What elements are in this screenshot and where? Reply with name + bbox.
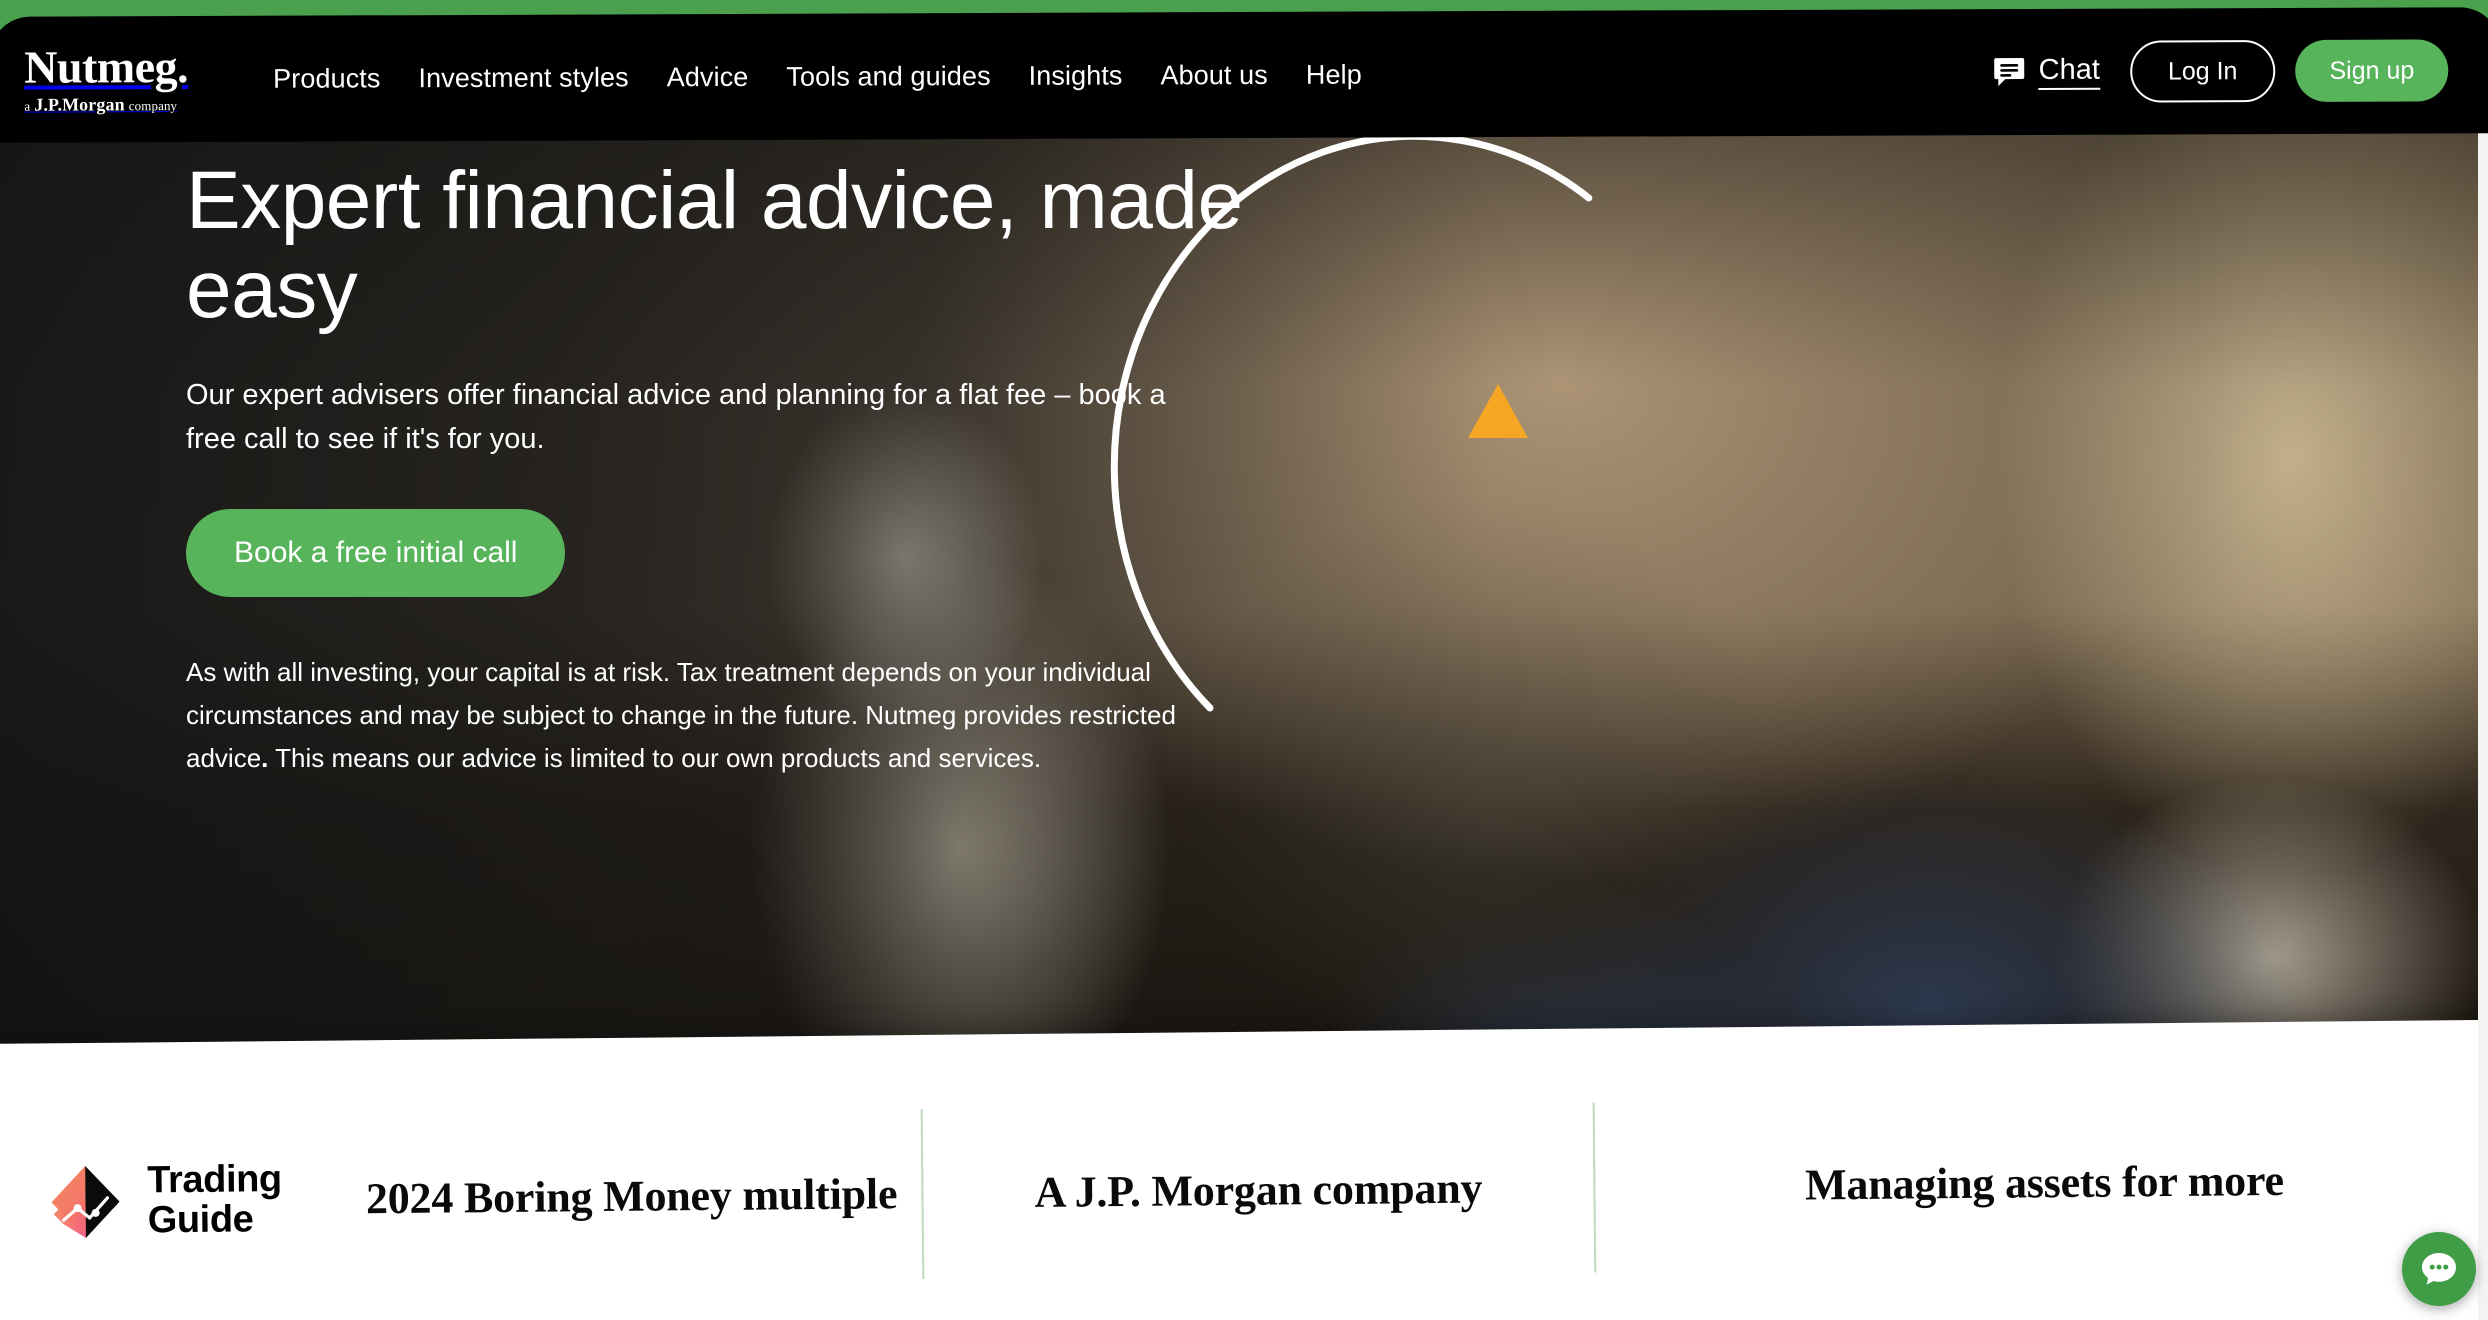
- nav-item-products[interactable]: Products: [254, 63, 399, 95]
- page-root: Expert financial advice, made easy Our e…: [0, 0, 2488, 1320]
- logo-sub-suffix: company: [128, 98, 178, 114]
- trust-headline-assets: Managing assets for more: [1804, 1155, 2285, 1210]
- hero-subheading: Our expert advisers offer financial advi…: [186, 378, 1166, 455]
- trust-column-assets: Managing assets for more: [1592, 1094, 2435, 1273]
- nutmeg-logo-subline: a J.P.Morgan company: [24, 94, 178, 115]
- header-bar: Nutmeg. a J.P.Morgan company Products In…: [0, 7, 2488, 143]
- nav-item-help[interactable]: Help: [1287, 59, 1381, 90]
- trading-guide-wordmark: Trading Guide: [147, 1158, 282, 1242]
- hero-heading: Expert financial advice, made easy: [186, 155, 1243, 336]
- logo-sub-brand: J.P.Morgan: [34, 94, 125, 115]
- nutmeg-wordmark: Nutmeg.: [24, 41, 189, 93]
- primary-navigation: Products Investment styles Advice Tools …: [254, 57, 1994, 95]
- nav-item-tools-and-guides[interactable]: Tools and guides: [767, 60, 1009, 92]
- logo-sub-prefix: a: [24, 98, 31, 114]
- trust-column-trading-guide: Trading Guide 2024 Boring Money multiple: [41, 1109, 923, 1287]
- trust-headline-boring-money: 2024 Boring Money multiple: [365, 1168, 898, 1223]
- nav-item-about-us[interactable]: About us: [1141, 59, 1287, 91]
- floating-chat-button[interactable]: [2402, 1232, 2476, 1306]
- viewport-right-edge: [2478, 128, 2488, 1320]
- log-in-button[interactable]: Log In: [2129, 40, 2276, 103]
- book-free-initial-call-button[interactable]: Book a free initial call: [186, 508, 566, 597]
- header-chat-label: Chat: [2038, 53, 2100, 90]
- nav-item-investment-styles[interactable]: Investment styles: [399, 62, 647, 94]
- chat-bubble-icon: [1994, 58, 2025, 87]
- disclaimer-text-part-2: This means our advice is limited to our …: [268, 743, 1042, 774]
- trust-badges-row: Trading Guide 2024 Boring Money multiple…: [41, 1094, 2483, 1287]
- hero-content: Expert financial advice, made easy Our e…: [186, 156, 1306, 780]
- chat-bubble-dots-icon: [2422, 1253, 2456, 1285]
- trading-guide-line-1: Trading: [147, 1158, 282, 1202]
- nav-item-advice[interactable]: Advice: [648, 61, 768, 92]
- site-header: Nutmeg. a J.P.Morgan company Products In…: [0, 7, 2488, 143]
- trust-headline-jpmorgan: A J.P. Morgan company: [1034, 1163, 1483, 1217]
- hero-section: Expert financial advice, made easy Our e…: [0, 128, 2488, 1052]
- header-actions: Chat Log In Sign up: [1994, 39, 2449, 103]
- trading-guide-logo-icon: [51, 1165, 120, 1238]
- trust-column-jpmorgan: A J.P. Morgan company: [920, 1102, 1595, 1279]
- hero-risk-disclaimer: As with all investing, your capital is a…: [186, 651, 1236, 780]
- trust-badges-strip: Trading Guide 2024 Boring Money multiple…: [0, 1019, 2488, 1320]
- sign-up-button[interactable]: Sign up: [2295, 39, 2449, 102]
- nav-item-insights[interactable]: Insights: [1010, 60, 1142, 92]
- nutmeg-logo[interactable]: Nutmeg. a J.P.Morgan company: [24, 41, 189, 115]
- header-chat-link[interactable]: Chat: [1994, 53, 2100, 90]
- trading-guide-line-2: Guide: [147, 1198, 254, 1242]
